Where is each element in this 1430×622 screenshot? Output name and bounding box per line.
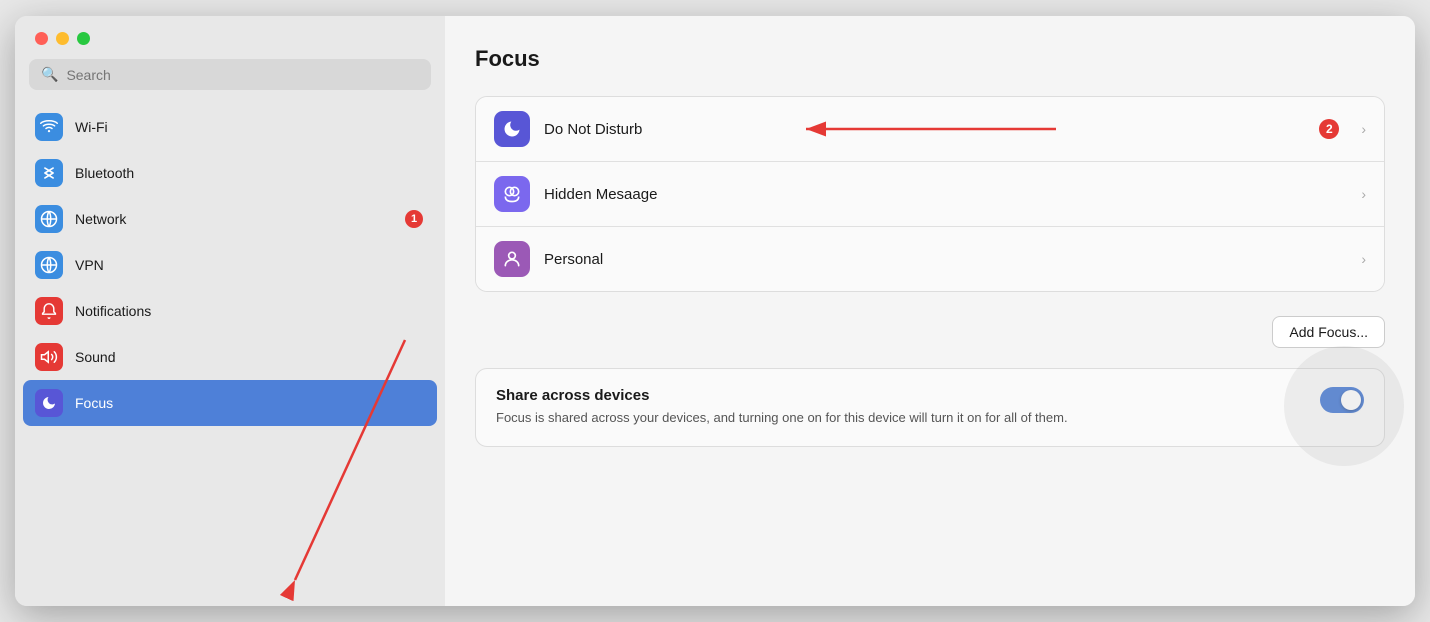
page-title: Focus	[475, 46, 1385, 72]
sidebar-item-vpn[interactable]: VPN	[23, 242, 437, 288]
personal-chevron: ›	[1361, 251, 1366, 267]
add-focus-button[interactable]: Add Focus...	[1272, 316, 1385, 348]
hidden-message-label: Hidden Mesaage	[544, 186, 1347, 203]
sidebar-item-network[interactable]: Network 1	[23, 196, 437, 242]
watermark	[1284, 346, 1404, 466]
minimize-button[interactable]	[56, 32, 69, 45]
focus-item-do-not-disturb[interactable]: Do Not Disturb 2 ›	[476, 97, 1384, 162]
titlebar	[15, 16, 445, 59]
search-bar[interactable]: 🔍	[29, 59, 431, 90]
sidebar: 🔍 Wi-Fi	[15, 16, 445, 606]
do-not-disturb-badge: 2	[1319, 119, 1339, 139]
main-content: Focus Do Not Disturb	[445, 16, 1415, 606]
sidebar-items: Wi-Fi Bluetooth Netwo	[15, 104, 445, 606]
share-description: Focus is shared across your devices, and…	[496, 408, 1306, 428]
focus-item-hidden-message[interactable]: Hidden Mesaage ›	[476, 162, 1384, 227]
hidden-message-icon	[494, 176, 530, 212]
sidebar-item-bluetooth-label: Bluetooth	[75, 165, 134, 181]
network-badge: 1	[405, 210, 423, 228]
focus-sidebar-icon	[35, 389, 63, 417]
do-not-disturb-icon	[494, 111, 530, 147]
notifications-icon	[35, 297, 63, 325]
share-section: Share across devices Focus is shared acr…	[475, 368, 1385, 447]
sidebar-item-bluetooth[interactable]: Bluetooth	[23, 150, 437, 196]
sidebar-item-focus-label: Focus	[75, 395, 113, 411]
personal-icon	[494, 241, 530, 277]
sidebar-item-network-label: Network	[75, 211, 126, 227]
add-focus-row: Add Focus...	[475, 316, 1385, 348]
sidebar-item-wifi[interactable]: Wi-Fi	[23, 104, 437, 150]
sidebar-item-notifications-label: Notifications	[75, 303, 151, 319]
sidebar-item-wifi-label: Wi-Fi	[75, 119, 108, 135]
sound-icon	[35, 343, 63, 371]
focus-item-personal[interactable]: Personal ›	[476, 227, 1384, 291]
bluetooth-icon	[35, 159, 63, 187]
system-preferences-window: 🔍 Wi-Fi	[15, 16, 1415, 606]
network-icon	[35, 205, 63, 233]
search-input[interactable]	[66, 67, 419, 83]
search-icon: 🔍	[41, 66, 58, 83]
vpn-icon	[35, 251, 63, 279]
personal-label: Personal	[544, 251, 1347, 268]
do-not-disturb-label: Do Not Disturb	[544, 121, 1305, 138]
sidebar-item-notifications[interactable]: Notifications	[23, 288, 437, 334]
wifi-icon	[35, 113, 63, 141]
close-button[interactable]	[35, 32, 48, 45]
hidden-message-chevron: ›	[1361, 186, 1366, 202]
do-not-disturb-chevron: ›	[1361, 121, 1366, 137]
sidebar-item-sound[interactable]: Sound	[23, 334, 437, 380]
sidebar-item-vpn-label: VPN	[75, 257, 104, 273]
maximize-button[interactable]	[77, 32, 90, 45]
focus-list: Do Not Disturb 2 ›	[475, 96, 1385, 292]
share-title: Share across devices	[496, 387, 1306, 404]
sidebar-item-sound-label: Sound	[75, 349, 115, 365]
sidebar-item-focus[interactable]: Focus	[23, 380, 437, 426]
share-text: Share across devices Focus is shared acr…	[496, 387, 1306, 428]
